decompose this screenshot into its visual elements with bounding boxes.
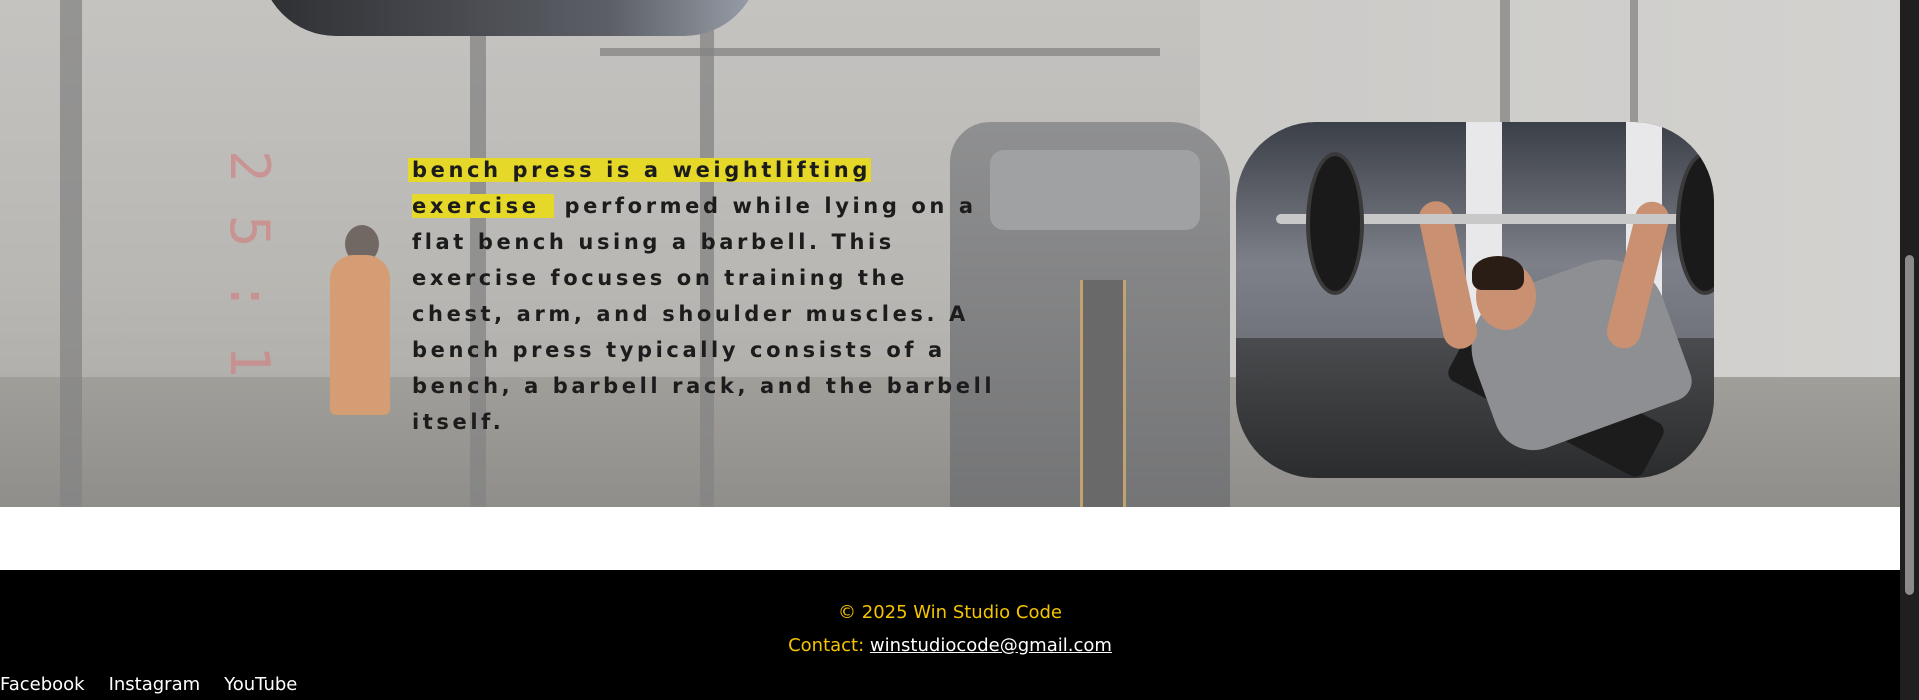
- photo-weight-plate: [1676, 152, 1714, 295]
- bench-press-description: bench press is a weightlifting exercise …: [408, 152, 1012, 440]
- copyright-text: © 2025 Win Studio Code: [838, 602, 1062, 623]
- contact-line: Contact: winstudiocode@gmail.com: [0, 635, 1900, 656]
- instagram-link[interactable]: Instagram: [109, 674, 201, 695]
- photo-weight-plate: [1306, 152, 1364, 295]
- photo-lifter-hair: [1472, 256, 1524, 290]
- previous-section-image: [260, 0, 760, 36]
- social-links: Facebook Instagram YouTube: [0, 674, 297, 695]
- scrollbar-thumb[interactable]: [1905, 255, 1914, 595]
- youtube-link[interactable]: YouTube: [224, 674, 297, 695]
- site-footer: © 2025 Win Studio Code Contact: winstudi…: [0, 570, 1900, 700]
- description-body: performed while lying on a flat bench us…: [412, 194, 996, 434]
- facebook-link[interactable]: Facebook: [0, 674, 85, 695]
- contact-email-link[interactable]: winstudiocode@gmail.com: [870, 635, 1112, 656]
- gym-hero-section: 2 5 : 1 bench press is a weightlifting e…: [0, 0, 1900, 507]
- bench-press-photo: [1236, 122, 1714, 478]
- contact-label: Contact:: [788, 635, 865, 656]
- page-scrollbar[interactable]: [1900, 0, 1919, 700]
